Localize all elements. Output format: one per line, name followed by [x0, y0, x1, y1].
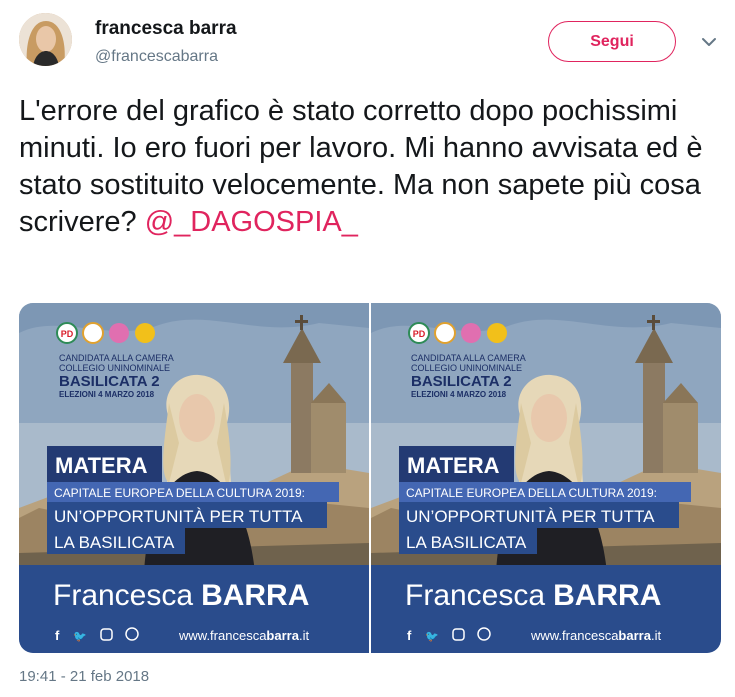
candidata-line1: CANDIDATA ALLA CAMERA: [59, 353, 174, 363]
tweet-timestamp[interactable]: 19:41 - 21 feb 2018: [19, 668, 149, 685]
subtitle: CAPITALE EUROPEA DELLA CULTURA 2019:: [54, 486, 305, 500]
candidate-name: Francesca BARRA: [405, 579, 661, 612]
first-name: Francesca: [405, 579, 545, 612]
follow-button[interactable]: Segui: [548, 21, 676, 62]
author-name[interactable]: francesca barra: [95, 18, 237, 40]
district: BASILICATA 2: [59, 373, 160, 390]
tweet-header: francesca barra @francescabarra Segui: [0, 0, 735, 80]
district: BASILICATA 2: [411, 373, 512, 390]
candidata-line2: COLLEGIO UNINOMINALE: [411, 363, 522, 373]
elections: ELEZIONI 4 MARZO 2018: [411, 390, 507, 399]
first-name: Francesca: [53, 579, 193, 612]
city-name: MATERA: [407, 453, 500, 478]
slogan-line2: LA BASILICATA: [406, 533, 527, 552]
poster-graphic: PD CANDIDATA ALLA CAMERA COLLEGIO UNINOM…: [371, 303, 721, 653]
chevron-down-icon[interactable]: [699, 32, 719, 52]
facebook-icon: f: [407, 628, 412, 643]
poster-graphic: PD CANDIDATA ALLA CAMERA COLLEGIO UNINOM…: [19, 303, 369, 653]
twitter-icon: 🐦: [425, 630, 439, 643]
avatar[interactable]: [19, 13, 72, 66]
elections: ELEZIONI 4 MARZO 2018: [59, 390, 155, 399]
twitter-icon: 🐦: [73, 630, 87, 643]
poster-image-left[interactable]: PD CANDIDATA ALLA CAMERA COLLEGIO UNINOM…: [19, 303, 369, 653]
last-name: BARRA: [553, 579, 661, 612]
candidata-line1: CANDIDATA ALLA CAMERA: [411, 353, 526, 363]
poster-image-right[interactable]: PD CANDIDATA ALLA CAMERA COLLEGIO UNINOM…: [371, 303, 721, 653]
slogan-line2: LA BASILICATA: [54, 533, 175, 552]
candidata-line2: COLLEGIO UNINOMINALE: [59, 363, 170, 373]
city-name: MATERA: [55, 453, 148, 478]
tweet-media: PD CANDIDATA ALLA CAMERA COLLEGIO UNINOM…: [19, 303, 721, 653]
tweet-body: L'errore del grafico è stato corretto do…: [19, 95, 703, 238]
facebook-icon: f: [55, 628, 60, 643]
mention-link[interactable]: @_DAGOSPIA_: [145, 206, 358, 238]
author-handle[interactable]: @francescabarra: [95, 48, 218, 66]
slogan-line1: UN’OPPORTUNITÀ PER TUTTA: [54, 507, 303, 526]
svg-text:PD: PD: [61, 329, 74, 339]
website: www.francescabarra.it: [178, 628, 309, 643]
svg-text:PD: PD: [413, 329, 426, 339]
tweet-text: L'errore del grafico è stato corretto do…: [19, 93, 719, 241]
last-name: BARRA: [201, 579, 309, 612]
subtitle: CAPITALE EUROPEA DELLA CULTURA 2019:: [406, 486, 657, 500]
website: www.francescabarra.it: [530, 628, 661, 643]
candidate-name: Francesca BARRA: [53, 579, 309, 612]
slogan-line1: UN’OPPORTUNITÀ PER TUTTA: [406, 507, 655, 526]
